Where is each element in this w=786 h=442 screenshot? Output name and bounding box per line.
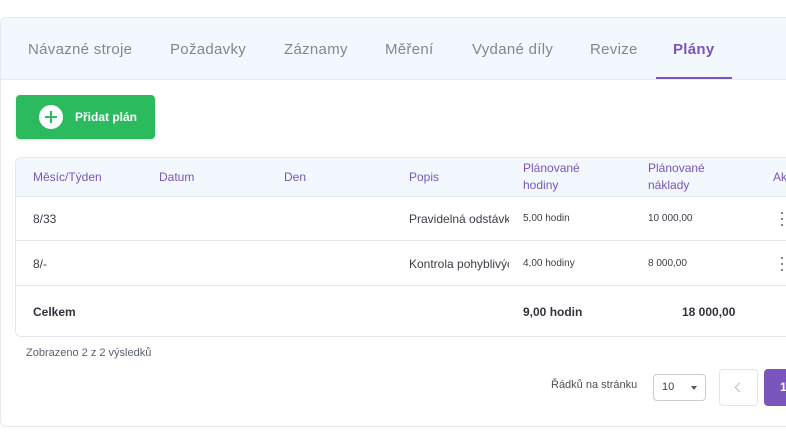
- table-row[interactable]: 8/- Kontrola pohyblivých 4,00 hodiny 8 0…: [16, 242, 786, 286]
- tab-pozadavky[interactable]: Požadavky: [170, 18, 246, 80]
- tab-revize[interactable]: Revize: [590, 18, 638, 80]
- cell-planned-hours: 5,00 hodin: [523, 213, 570, 224]
- column-header-day[interactable]: Den: [284, 169, 306, 186]
- total-costs: 18 000,00: [682, 305, 736, 319]
- page-1-button[interactable]: 1: [764, 369, 786, 406]
- previous-page-button[interactable]: [719, 369, 758, 406]
- caret-down-icon: [691, 386, 697, 390]
- row-actions-kebab-icon[interactable]: [779, 211, 785, 227]
- cell-planned-costs: 10 000,00: [648, 213, 693, 224]
- plans-table: Měsíc/Týden Datum Den Popis Plánované ho…: [15, 157, 786, 337]
- column-header-month-week[interactable]: Měsíc/Týden: [33, 169, 102, 186]
- column-header-date[interactable]: Datum: [159, 169, 194, 186]
- planned-hours-line-2: hodiny: [523, 178, 559, 192]
- cell-description: Kontrola pohyblivých: [409, 257, 509, 271]
- plus-circle-icon: [39, 105, 63, 129]
- rows-per-page-label: Řádků na stránku: [551, 379, 638, 391]
- tab-navazne-stroje[interactable]: Návazné stroje: [28, 18, 132, 80]
- active-tab-indicator: [656, 77, 732, 79]
- tab-vydane-dily[interactable]: Vydané díly: [472, 18, 553, 80]
- tab-plany[interactable]: Plány: [673, 18, 715, 80]
- results-count: Zobrazeno 2 z 2 výsledků: [26, 347, 152, 359]
- column-header-description[interactable]: Popis: [409, 169, 439, 186]
- page-number: 1: [780, 380, 786, 394]
- tab-mereni[interactable]: Měření: [385, 18, 434, 80]
- row-actions-kebab-icon[interactable]: [779, 256, 785, 272]
- cell-month-week: 8/33: [33, 212, 57, 226]
- tab-bar: Návazné stroje Požadavky Záznamy Měření …: [1, 18, 786, 80]
- cell-planned-hours: 4,00 hodiny: [523, 258, 575, 269]
- add-plan-button[interactable]: Přidat plán: [16, 95, 155, 139]
- total-hours: 9,00 hodin: [523, 305, 583, 319]
- column-header-planned-costs[interactable]: Plánované náklady: [648, 160, 705, 194]
- cell-description: Pravidelná odstávka: [409, 212, 509, 226]
- cell-month-week: 8/-: [33, 257, 48, 271]
- column-header-planned-hours[interactable]: Plánované hodiny: [523, 160, 580, 194]
- planned-costs-line-1: Plánované: [648, 161, 705, 175]
- table-total-row: Celkem 9,00 hodin 18 000,00: [16, 286, 786, 336]
- table-header: Měsíc/Týden Datum Den Popis Plánované ho…: [16, 158, 786, 197]
- column-header-actions: Akce: [773, 170, 786, 184]
- chevron-left-icon: [734, 382, 745, 393]
- total-label: Celkem: [33, 305, 76, 319]
- add-plan-label: Přidat plán: [75, 110, 138, 124]
- planned-hours-line-1: Plánované: [523, 161, 580, 175]
- tab-zaznamy[interactable]: Záznamy: [284, 18, 348, 80]
- rows-per-page-value: 10: [662, 381, 675, 393]
- table-row[interactable]: 8/33 Pravidelná odstávka 5,00 hodin 10 0…: [16, 197, 786, 241]
- planned-costs-line-2: náklady: [648, 178, 690, 192]
- rows-per-page-select[interactable]: 10: [653, 374, 706, 401]
- cell-planned-costs: 8 000,00: [648, 258, 687, 269]
